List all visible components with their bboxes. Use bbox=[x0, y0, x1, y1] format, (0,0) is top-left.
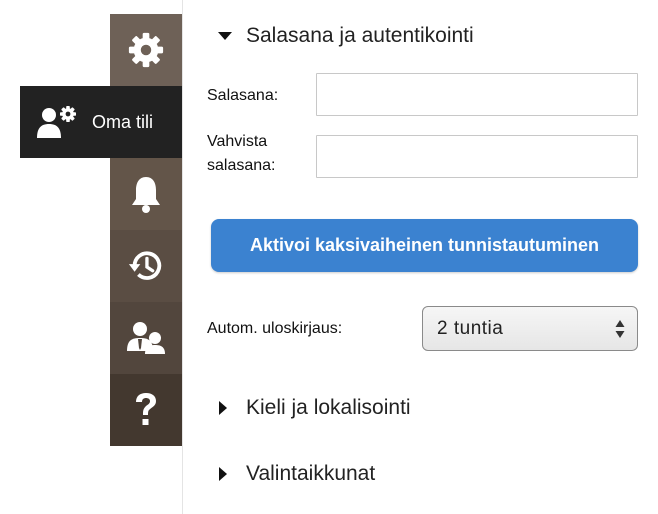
sidebar-divider bbox=[182, 0, 183, 514]
auto-logout-select[interactable]: 2 tuntia bbox=[422, 306, 638, 351]
password-label: Salasana: bbox=[207, 87, 279, 104]
caret-right-icon bbox=[218, 401, 234, 415]
auto-logout-label: Autom. uloskirjaus: bbox=[207, 320, 343, 337]
sidebar-item-account-label: Oma tili bbox=[92, 111, 154, 132]
sidebar-item-users[interactable] bbox=[110, 302, 182, 374]
caret-right-icon bbox=[218, 467, 234, 481]
sidebar-item-notifications[interactable] bbox=[110, 158, 182, 230]
confirm-password-input[interactable] bbox=[316, 135, 638, 178]
section-dialogs-title: Valintaikkunat bbox=[246, 462, 376, 485]
section-password-header[interactable]: Salasana ja autentikointi bbox=[218, 24, 474, 48]
confirm-label-line1: Vahvista bbox=[207, 133, 268, 150]
confirm-password-label: Vahvista salasana: bbox=[207, 130, 276, 178]
section-password-title: Salasana ja autentikointi bbox=[246, 24, 474, 47]
activate-two-factor-button[interactable]: Aktivoi kaksivaiheinen tunnistautuminen bbox=[211, 219, 638, 272]
gear-icon bbox=[128, 32, 164, 68]
password-input[interactable] bbox=[316, 73, 638, 116]
caret-down-icon bbox=[218, 31, 234, 41]
select-arrows-icon bbox=[615, 319, 625, 344]
sidebar-item-settings[interactable] bbox=[110, 14, 182, 86]
question-icon bbox=[136, 393, 156, 425]
section-language-title: Kieli ja lokalisointi bbox=[246, 396, 411, 419]
history-icon bbox=[128, 251, 162, 280]
sidebar-item-help[interactable] bbox=[110, 374, 182, 446]
auto-logout-value: 2 tuntia bbox=[437, 317, 504, 339]
section-language-header[interactable]: Kieli ja lokalisointi bbox=[218, 396, 411, 420]
sidebar bbox=[110, 14, 182, 446]
section-dialogs-header[interactable]: Valintaikkunat bbox=[218, 462, 375, 486]
sidebar-item-account[interactable]: Oma tili bbox=[20, 86, 182, 158]
users-icon bbox=[127, 322, 165, 354]
confirm-label-line2: salasana: bbox=[207, 157, 276, 174]
user-settings-icon bbox=[36, 105, 84, 139]
bell-icon bbox=[132, 177, 160, 213]
sidebar-item-history[interactable] bbox=[110, 230, 182, 302]
